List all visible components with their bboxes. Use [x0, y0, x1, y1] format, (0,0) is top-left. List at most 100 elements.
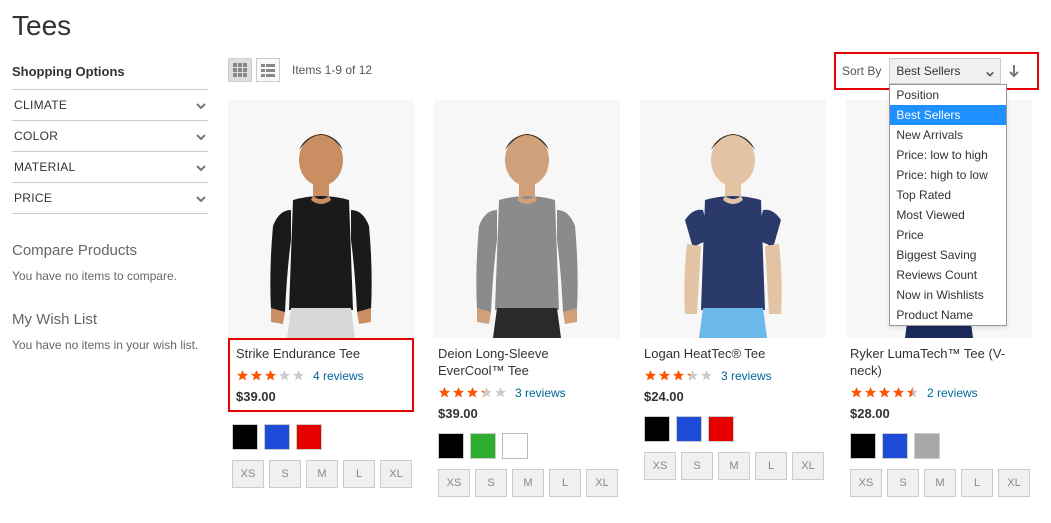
size-options: XSSMLXL [640, 452, 826, 480]
size-option[interactable]: XS [232, 460, 264, 488]
size-option[interactable]: L [343, 460, 375, 488]
size-option[interactable]: M [718, 452, 750, 480]
star-icon [658, 369, 671, 382]
size-option[interactable]: S [887, 469, 919, 497]
size-options: XSSMLXL [846, 469, 1032, 497]
filter-material[interactable]: MATERIAL [12, 151, 208, 182]
sort-direction-button[interactable] [1007, 64, 1021, 78]
sort-option[interactable]: Price: low to high [890, 145, 1006, 165]
star-rating [644, 369, 713, 382]
size-option[interactable]: L [549, 469, 581, 497]
star-icon [480, 386, 493, 399]
sort-by-label: Sort By [842, 64, 881, 78]
sort-option[interactable]: Most Viewed [890, 205, 1006, 225]
compare-heading: Compare Products [12, 242, 208, 259]
sort-option[interactable]: Best Sellers [890, 105, 1006, 125]
star-icon [438, 386, 451, 399]
size-option[interactable]: L [755, 452, 787, 480]
star-icon [686, 369, 699, 382]
size-option[interactable]: XL [998, 469, 1030, 497]
sort-by-area: Sort By Best Sellers PositionBest Seller… [834, 52, 1039, 90]
product-name[interactable]: Deion Long-Sleeve EverCool™ Tee [438, 346, 616, 380]
product-image[interactable] [434, 100, 620, 338]
color-swatch[interactable] [264, 424, 290, 450]
star-rating [236, 369, 305, 382]
size-option[interactable]: XS [850, 469, 882, 497]
color-swatch[interactable] [708, 416, 734, 442]
product-name[interactable]: Strike Endurance Tee [236, 346, 406, 363]
filter-price[interactable]: PRICE [12, 182, 208, 214]
product-body: Ryker LumaTech™ Tee (V-neck) 2 reviews $2… [846, 338, 1032, 421]
product-price: $28.00 [850, 406, 1028, 421]
sidebar: Shopping Options CLIMATECOLORMATERIALPRI… [12, 58, 208, 497]
star-icon [264, 369, 277, 382]
filter-label: COLOR [14, 129, 58, 143]
wishlist-heading: My Wish List [12, 311, 208, 328]
size-option[interactable]: M [924, 469, 956, 497]
color-swatch[interactable] [914, 433, 940, 459]
list-view-button[interactable] [256, 58, 280, 82]
color-swatch[interactable] [644, 416, 670, 442]
rating-row: 3 reviews [644, 369, 822, 383]
color-swatch[interactable] [296, 424, 322, 450]
size-option[interactable]: M [512, 469, 544, 497]
sort-option[interactable]: Price [890, 225, 1006, 245]
product-body: Deion Long-Sleeve EverCool™ Tee 3 review… [434, 338, 620, 421]
color-swatch[interactable] [232, 424, 258, 450]
product-price: $24.00 [644, 389, 822, 404]
chevron-down-icon [196, 193, 206, 203]
color-swatch[interactable] [502, 433, 528, 459]
rating-row: 3 reviews [438, 386, 616, 400]
size-option[interactable]: XL [586, 469, 618, 497]
size-option[interactable]: S [475, 469, 507, 497]
color-swatch[interactable] [850, 433, 876, 459]
size-option[interactable]: XS [438, 469, 470, 497]
arrow-down-icon [1007, 64, 1021, 78]
size-option[interactable]: M [306, 460, 338, 488]
star-icon [644, 369, 657, 382]
chevron-down-icon [196, 100, 206, 110]
toolbar: Items 1-9 of 12 Sort By Best Sellers Pos… [228, 58, 1039, 82]
star-icon [250, 369, 263, 382]
size-option[interactable]: S [269, 460, 301, 488]
color-swatches [640, 416, 826, 442]
reviews-link[interactable]: 2 reviews [927, 386, 978, 400]
star-icon [466, 386, 479, 399]
sort-by-dropdown[interactable]: PositionBest SellersNew ArrivalsPrice: l… [889, 84, 1007, 326]
product-name[interactable]: Logan HeatTec® Tee [644, 346, 822, 363]
sort-by-select[interactable]: Best Sellers PositionBest SellersNew Arr… [889, 58, 1001, 84]
product-price: $39.00 [236, 389, 406, 404]
color-swatch[interactable] [470, 433, 496, 459]
sort-option[interactable]: Top Rated [890, 185, 1006, 205]
star-icon [864, 386, 877, 399]
list-icon [261, 63, 275, 77]
grid-view-button[interactable] [228, 58, 252, 82]
sort-option[interactable]: Biggest Saving [890, 245, 1006, 265]
size-option[interactable]: XS [644, 452, 676, 480]
reviews-link[interactable]: 4 reviews [313, 369, 364, 383]
sort-option[interactable]: Now in Wishlists [890, 285, 1006, 305]
product-body: Logan HeatTec® Tee 3 reviews $24.00 [640, 338, 826, 404]
product-name[interactable]: Ryker LumaTech™ Tee (V-neck) [850, 346, 1028, 380]
product-card: Strike Endurance Tee 4 reviews $39.00 XSSM… [228, 100, 414, 497]
color-swatches [846, 433, 1032, 459]
reviews-link[interactable]: 3 reviews [721, 369, 772, 383]
filter-climate[interactable]: CLIMATE [12, 89, 208, 120]
color-swatch[interactable] [676, 416, 702, 442]
sort-option[interactable]: New Arrivals [890, 125, 1006, 145]
sort-option[interactable]: Product Name [890, 305, 1006, 325]
sort-option[interactable]: Price: high to low [890, 165, 1006, 185]
color-swatch[interactable] [438, 433, 464, 459]
color-swatch[interactable] [882, 433, 908, 459]
product-image[interactable] [640, 100, 826, 338]
reviews-link[interactable]: 3 reviews [515, 386, 566, 400]
sort-option[interactable]: Reviews Count [890, 265, 1006, 285]
sort-option[interactable]: Position [890, 85, 1006, 105]
size-option[interactable]: S [681, 452, 713, 480]
size-option[interactable]: XL [380, 460, 412, 488]
size-option[interactable]: L [961, 469, 993, 497]
chevron-down-icon [196, 131, 206, 141]
filter-color[interactable]: COLOR [12, 120, 208, 151]
product-image[interactable] [228, 100, 414, 338]
size-option[interactable]: XL [792, 452, 824, 480]
